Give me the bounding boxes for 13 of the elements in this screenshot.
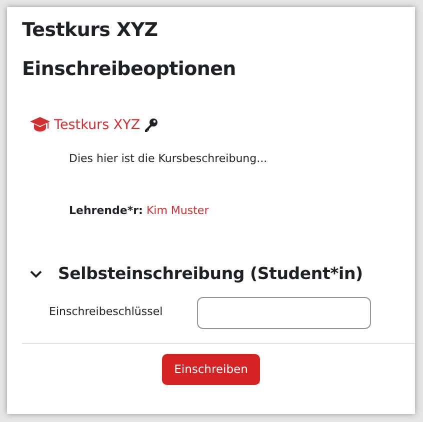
course-description: Dies hier ist die Kursbeschreibung...	[69, 150, 268, 167]
page-title: Testkurs XYZ	[22, 19, 159, 42]
input-field[interactable]	[197, 296, 371, 329]
section-title: Selbsteinschreibung (Student*in)	[58, 262, 363, 285]
field-label: Einschreibeschlüssel	[49, 304, 164, 320]
teacher-line: Lehrende*r: Kim Muster	[69, 203, 210, 220]
enrol-button[interactable]: Einschreiben	[162, 354, 260, 385]
page-heading: Einschreibeoptionen	[22, 58, 237, 81]
key-icon	[144, 118, 158, 132]
chevron-icon[interactable]	[30, 270, 42, 278]
course-link[interactable]: Testkurs XYZ	[54, 114, 140, 135]
graduation-cap-icon	[30, 117, 50, 132]
teacher-link[interactable]: Kim Muster	[146, 204, 209, 218]
